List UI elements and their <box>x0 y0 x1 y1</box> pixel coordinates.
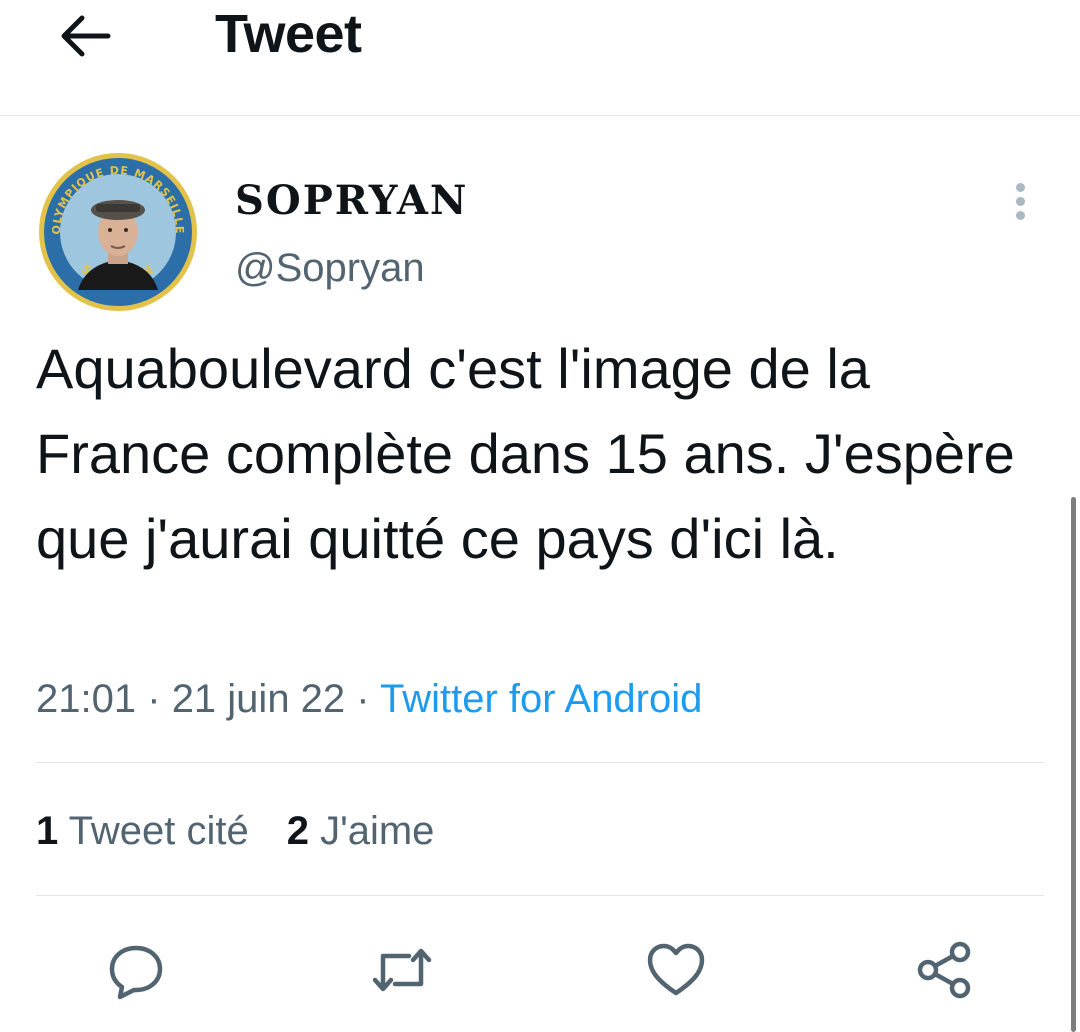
tweet-actions <box>0 930 1080 1010</box>
more-options-button[interactable] <box>1000 176 1040 226</box>
quote-tweets-label: Tweet cité <box>68 809 249 853</box>
likes-label: J'aime <box>320 809 435 853</box>
arrow-left-icon <box>61 15 111 57</box>
top-bar: Tweet <box>0 0 1080 116</box>
likes-count: 2 <box>286 809 309 853</box>
share-button[interactable] <box>904 930 984 1010</box>
tweet-source-link[interactable]: Twitter for Android <box>380 677 702 721</box>
share-icon <box>917 941 971 999</box>
page-title: Tweet <box>215 4 362 64</box>
back-button[interactable] <box>50 6 120 66</box>
meta-separator: · <box>147 677 161 721</box>
retweet-icon <box>372 948 432 992</box>
author-display-name[interactable]: SOPRYAN <box>235 178 468 224</box>
author-handle[interactable]: @Sopryan <box>235 245 425 291</box>
divider <box>36 895 1044 896</box>
meta-separator: · <box>356 677 370 721</box>
avatar[interactable]: OLYMPIQUE DE MARSEILLE SOPRYAN <box>38 152 198 312</box>
quote-tweets-count: 1 <box>36 809 59 853</box>
avatar-image: OLYMPIQUE DE MARSEILLE SOPRYAN <box>39 153 197 311</box>
tweet-time: 21:01 <box>36 677 137 721</box>
tweet-text: Aquaboulevard c'est l'image de la France… <box>36 337 1015 570</box>
likes-stat[interactable]: 2 J'aime <box>287 806 435 856</box>
divider <box>36 762 1044 763</box>
like-icon <box>647 943 705 996</box>
tweet-date: 21 juin 22 <box>171 677 346 721</box>
scrollbar[interactable] <box>1071 497 1076 1032</box>
like-button[interactable] <box>636 930 716 1010</box>
more-dots-icon <box>1015 182 1025 192</box>
retweet-button[interactable] <box>362 930 442 1010</box>
reply-button[interactable] <box>96 930 176 1010</box>
tweet-stats: 1 Tweet cité 2 J'aime <box>36 806 434 856</box>
more-dots-icon <box>1015 196 1025 206</box>
more-dots-icon <box>1015 210 1025 220</box>
tweet-meta: 21:01 · 21 juin 22 · Twitter for Android <box>36 674 702 724</box>
reply-icon <box>109 945 163 1000</box>
quote-tweets-stat[interactable]: 1 Tweet cité <box>36 806 249 856</box>
